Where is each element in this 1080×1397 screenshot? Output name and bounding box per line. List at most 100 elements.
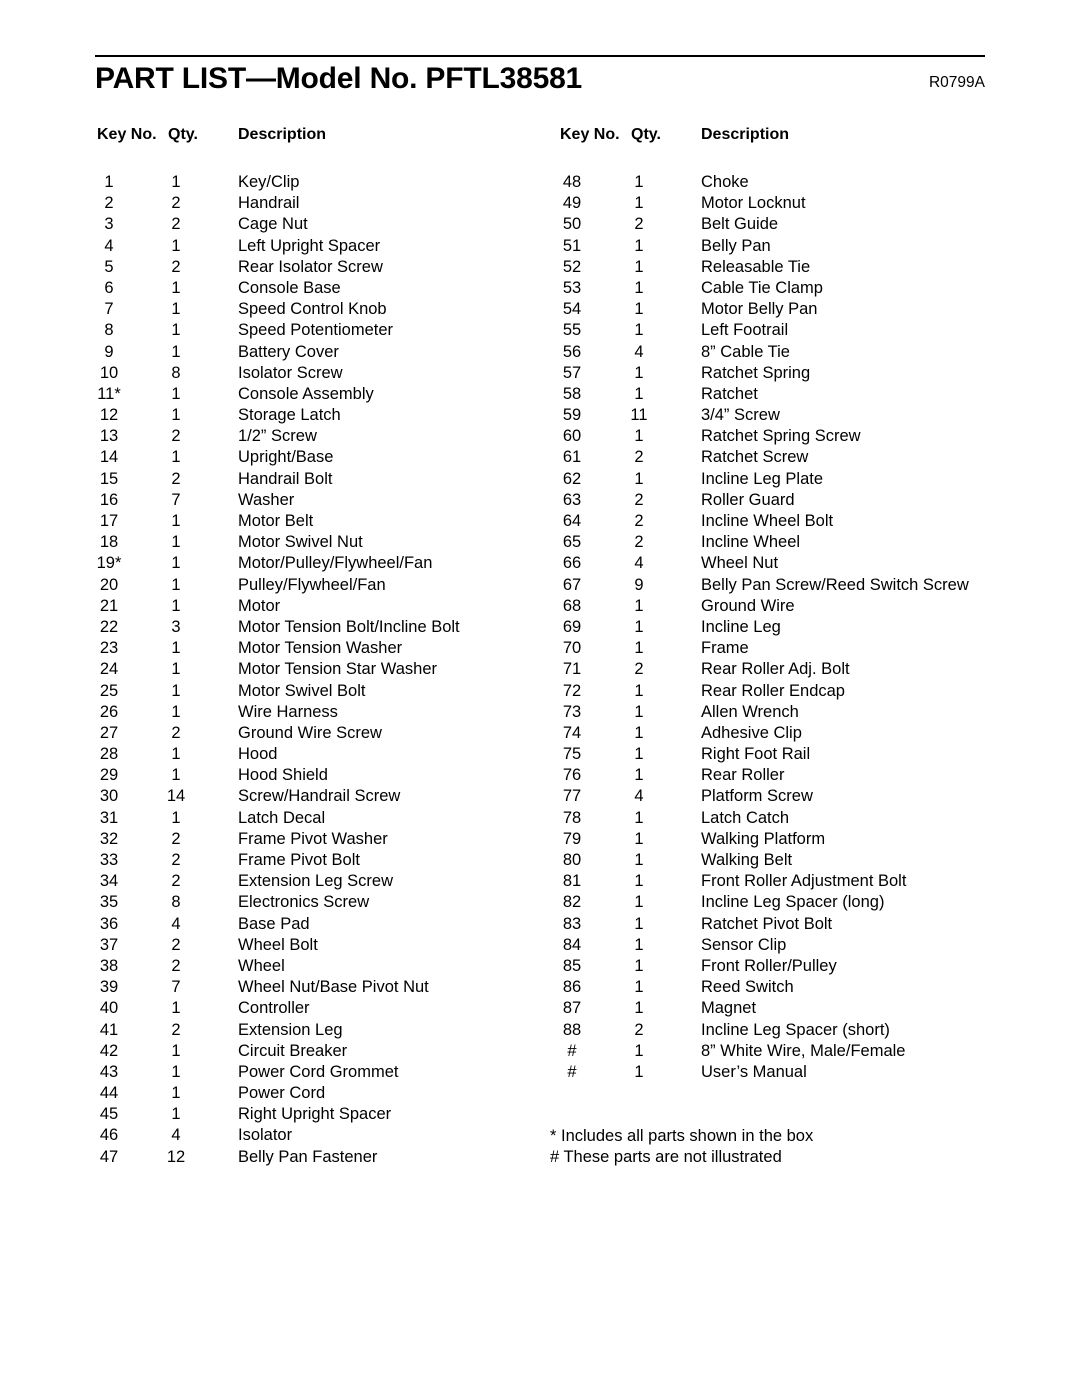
cell-qty: 1	[171, 575, 181, 594]
footnote: * Includes all parts shown in the box	[550, 1127, 814, 1145]
cell-description: Front Roller/Pulley	[701, 956, 837, 975]
part-list-page: PART LIST—Model No. PFTL38581 R0799A Key…	[0, 0, 1080, 1397]
cell-qty: 1	[171, 1062, 181, 1081]
cell-description: Rear Isolator Screw	[238, 257, 383, 276]
cell-qty: 1	[171, 1041, 181, 1060]
cell-description: Base Pad	[238, 914, 310, 933]
cell-qty: 1	[634, 596, 644, 615]
cell-qty: 2	[171, 194, 181, 213]
cell-qty: 8	[171, 363, 181, 382]
cell-key-no: #	[567, 1062, 577, 1081]
cell-description: Wheel Bolt	[238, 935, 318, 954]
cell-key-no: 68	[562, 596, 582, 615]
cell-qty: 3	[171, 617, 181, 636]
cell-qty: 2	[171, 935, 181, 954]
cell-qty: 9	[634, 575, 644, 594]
cell-description: Ratchet Spring	[701, 363, 811, 382]
cell-key-no: 19*	[96, 554, 122, 573]
cell-description: Hood Shield	[238, 766, 328, 785]
cell-description: Ratchet	[701, 384, 758, 403]
cell-qty: 1	[171, 342, 181, 361]
cell-description: Motor Swivel Nut	[238, 533, 363, 552]
cell-qty: 1	[634, 194, 644, 213]
cell-key-no: 42	[99, 1041, 119, 1060]
cell-key-no: 21	[99, 596, 119, 615]
cell-key-no: 10	[99, 363, 119, 382]
cell-key-no: 2	[104, 194, 114, 213]
cell-key-no: 7	[104, 300, 114, 319]
cell-description: Extension Leg	[238, 1020, 343, 1039]
cell-qty: 1	[634, 829, 644, 848]
cell-key-no: 56	[562, 342, 582, 361]
cell-key-no: 40	[99, 999, 119, 1018]
cell-key-no: 22	[99, 617, 119, 636]
cell-qty: 2	[171, 257, 181, 276]
cell-description: Isolator Screw	[238, 363, 343, 382]
cell-description: Sensor Clip	[701, 935, 787, 954]
cell-key-no: 62	[562, 469, 582, 488]
cell-qty: 1	[171, 681, 181, 700]
cell-key-no: 69	[562, 617, 582, 636]
cell-key-no: 74	[562, 723, 582, 742]
cell-qty: 2	[171, 851, 181, 869]
cell-key-no: 16	[99, 490, 119, 509]
cell-description: Incline Leg Plate	[701, 469, 824, 488]
cell-key-no: 87	[562, 999, 582, 1018]
cell-description: Ratchet Pivot Bolt	[701, 914, 833, 933]
cell-description: Speed Control Knob	[238, 300, 387, 319]
cell-key-no: 34	[99, 872, 119, 891]
cell-qty: 1	[171, 766, 181, 785]
column-header-key-no: Key No.	[560, 126, 620, 143]
cell-key-no: 20	[99, 575, 119, 594]
cell-qty: 1	[634, 766, 644, 785]
cell-description: Motor Tension Star Washer	[238, 660, 437, 679]
cell-key-no: 86	[562, 978, 582, 997]
cell-key-no: 9	[104, 342, 114, 361]
cell-key-no: 13	[99, 427, 119, 446]
cell-qty: 2	[171, 872, 181, 891]
cell-description: Motor/Pulley/Flywheel/Fan	[238, 554, 433, 573]
header-divider	[95, 55, 985, 57]
cell-description: Front Roller Adjustment Bolt	[701, 872, 907, 891]
cell-description: Frame	[701, 639, 749, 658]
cell-qty: 2	[171, 956, 181, 975]
cell-key-no: 47	[99, 1147, 119, 1166]
cell-key-no: 53	[562, 278, 582, 297]
cell-description: Motor Belly Pan	[701, 300, 818, 319]
cell-qty: 1	[634, 808, 644, 827]
cell-description: Walking Belt	[701, 851, 793, 869]
cell-description: Belly Pan Screw/Reed Switch Screw	[701, 575, 969, 594]
cell-description: Handrail	[238, 194, 300, 213]
cell-key-no: 32	[99, 829, 119, 848]
cell-key-no: 59	[562, 406, 582, 425]
cell-qty: 1	[171, 808, 181, 827]
cell-description: Motor Belt	[238, 512, 314, 530]
cell-description: Releasable Tie	[701, 257, 811, 276]
cell-qty: 2	[171, 829, 181, 848]
cell-description: 8” Cable Tie	[701, 342, 790, 361]
cell-qty: 1	[634, 978, 644, 997]
column-header-qty: Qty.	[631, 126, 661, 143]
cell-qty: 1	[634, 1062, 644, 1081]
cell-key-no: 72	[562, 681, 582, 700]
cell-qty: 2	[171, 723, 181, 742]
cell-description: Key/Clip	[238, 173, 300, 191]
cell-description: Handrail Bolt	[238, 469, 333, 488]
cell-key-no: 65	[562, 533, 582, 552]
cell-key-no: 66	[562, 554, 582, 573]
cell-description: Right Upright Spacer	[238, 1105, 392, 1124]
cell-key-no: 88	[562, 1020, 582, 1039]
cell-description: Hood	[238, 745, 278, 764]
cell-qty: 11	[630, 406, 648, 425]
cell-description: Ratchet Screw	[701, 448, 809, 467]
cell-key-no: #	[567, 1041, 577, 1060]
cell-key-no: 61	[562, 448, 582, 467]
cell-key-no: 27	[99, 723, 119, 742]
cell-key-no: 85	[562, 956, 582, 975]
cell-qty: 2	[171, 1020, 181, 1039]
cell-key-no: 43	[99, 1062, 119, 1081]
cell-key-no: 70	[562, 639, 582, 658]
cell-qty: 1	[171, 448, 181, 467]
cell-description: Rear Roller	[701, 766, 785, 785]
cell-key-no: 26	[99, 702, 119, 721]
